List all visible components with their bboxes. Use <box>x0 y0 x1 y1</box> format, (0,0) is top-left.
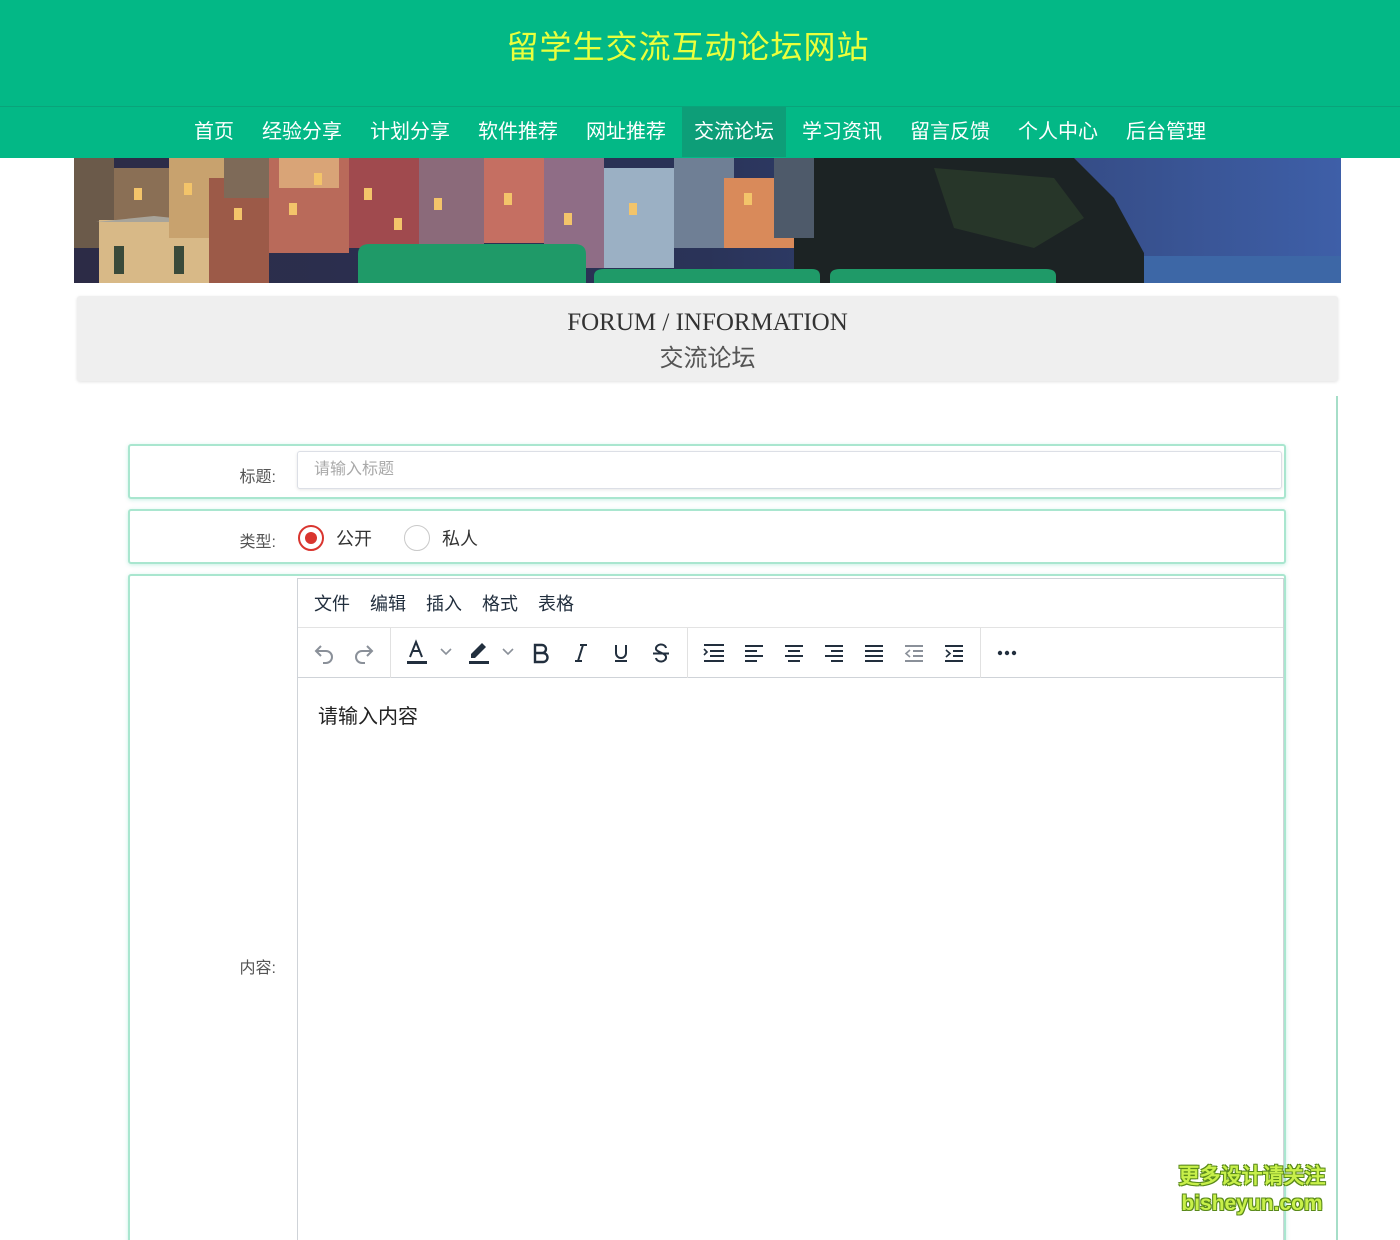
editor-menubar: 文件 编辑 插入 格式 表格 <box>298 579 1283 628</box>
indent-icon[interactable] <box>934 635 974 671</box>
form-row-type: 类型: 公开 私人 <box>128 509 1286 564</box>
nav-item-websites[interactable]: 网址推荐 <box>574 107 678 157</box>
section-title-zh: 交流论坛 <box>77 338 1338 373</box>
editor-placeholder: 请输入内容 <box>318 706 418 728</box>
section-title: FORUM / INFORMATION 交流论坛 <box>77 296 1338 381</box>
radio-private[interactable]: 私人 <box>404 525 478 551</box>
watermark-line1: 更多设计请关注 <box>1172 1163 1332 1190</box>
nav-list: 首页 经验分享 计划分享 软件推荐 网址推荐 交流论坛 学习资讯 留言反馈 个人… <box>0 107 1222 159</box>
radio-public-label[interactable]: 公开 <box>336 525 372 551</box>
menu-format[interactable]: 格式 <box>472 590 528 616</box>
menu-edit[interactable]: 编辑 <box>360 590 416 616</box>
type-label: 类型: <box>130 528 276 552</box>
section-title-en: FORUM / INFORMATION <box>77 309 1338 337</box>
menu-table[interactable]: 表格 <box>528 590 584 616</box>
watermark-line2: bisheyun.com <box>1172 1190 1332 1217</box>
nav-item-admin[interactable]: 后台管理 <box>1114 107 1218 157</box>
nav-item-home[interactable]: 首页 <box>182 107 246 157</box>
redo-icon[interactable] <box>344 635 384 671</box>
text-color-icon[interactable] <box>397 635 459 671</box>
rich-text-editor: 文件 编辑 插入 格式 表格 <box>297 578 1284 1240</box>
undo-icon[interactable] <box>304 635 344 671</box>
nav-item-feedback[interactable]: 留言反馈 <box>898 107 1002 157</box>
underline-icon[interactable] <box>601 635 641 671</box>
site-title: 留学生交流互动论坛网站 <box>0 22 1376 68</box>
highlight-color-icon[interactable] <box>459 635 521 671</box>
watermark: 更多设计请关注 bisheyun.com <box>1172 1163 1332 1217</box>
radio-private-label[interactable]: 私人 <box>442 525 478 551</box>
line-height-icon[interactable] <box>694 635 734 671</box>
bold-icon[interactable] <box>521 635 561 671</box>
more-icon[interactable] <box>987 635 1027 671</box>
editor-toolbar <box>298 628 1283 678</box>
title-input[interactable] <box>297 451 1282 489</box>
radio-public[interactable]: 公开 <box>298 525 372 551</box>
nav-item-news[interactable]: 学习资讯 <box>790 107 894 157</box>
content-label: 内容: <box>130 954 276 978</box>
title-label: 标题: <box>130 463 276 487</box>
toolbar-group-history <box>298 628 391 678</box>
menu-insert[interactable]: 插入 <box>416 590 472 616</box>
nav-item-experience[interactable]: 经验分享 <box>250 107 354 157</box>
toolbar-group-align <box>688 628 981 678</box>
form-row-title: 标题: <box>128 444 1286 499</box>
align-center-icon[interactable] <box>774 635 814 671</box>
banner-image <box>74 158 1341 283</box>
strikethrough-icon[interactable] <box>641 635 681 671</box>
site-header: 留学生交流互动论坛网站 <box>0 0 1400 106</box>
nav-item-profile[interactable]: 个人中心 <box>1006 107 1110 157</box>
menu-file[interactable]: 文件 <box>304 590 360 616</box>
radio-private-dot[interactable] <box>404 525 430 551</box>
nav-item-plan[interactable]: 计划分享 <box>358 107 462 157</box>
form-rail-divider <box>1336 396 1338 1240</box>
align-justify-icon[interactable] <box>854 635 894 671</box>
editor-content-area[interactable]: 请输入内容 <box>298 678 1283 1240</box>
align-right-icon[interactable] <box>814 635 854 671</box>
outdent-icon[interactable] <box>894 635 934 671</box>
main-nav: 首页 经验分享 计划分享 软件推荐 网址推荐 交流论坛 学习资讯 留言反馈 个人… <box>0 106 1400 158</box>
toolbar-group-text <box>391 628 688 678</box>
italic-icon[interactable] <box>561 635 601 671</box>
nav-item-software[interactable]: 软件推荐 <box>466 107 570 157</box>
nav-item-forum[interactable]: 交流论坛 <box>682 107 786 157</box>
toolbar-group-more <box>981 628 1033 678</box>
radio-public-dot[interactable] <box>298 525 324 551</box>
align-left-icon[interactable] <box>734 635 774 671</box>
form-row-content: 内容: 文件 编辑 插入 格式 表格 <box>128 574 1286 1240</box>
